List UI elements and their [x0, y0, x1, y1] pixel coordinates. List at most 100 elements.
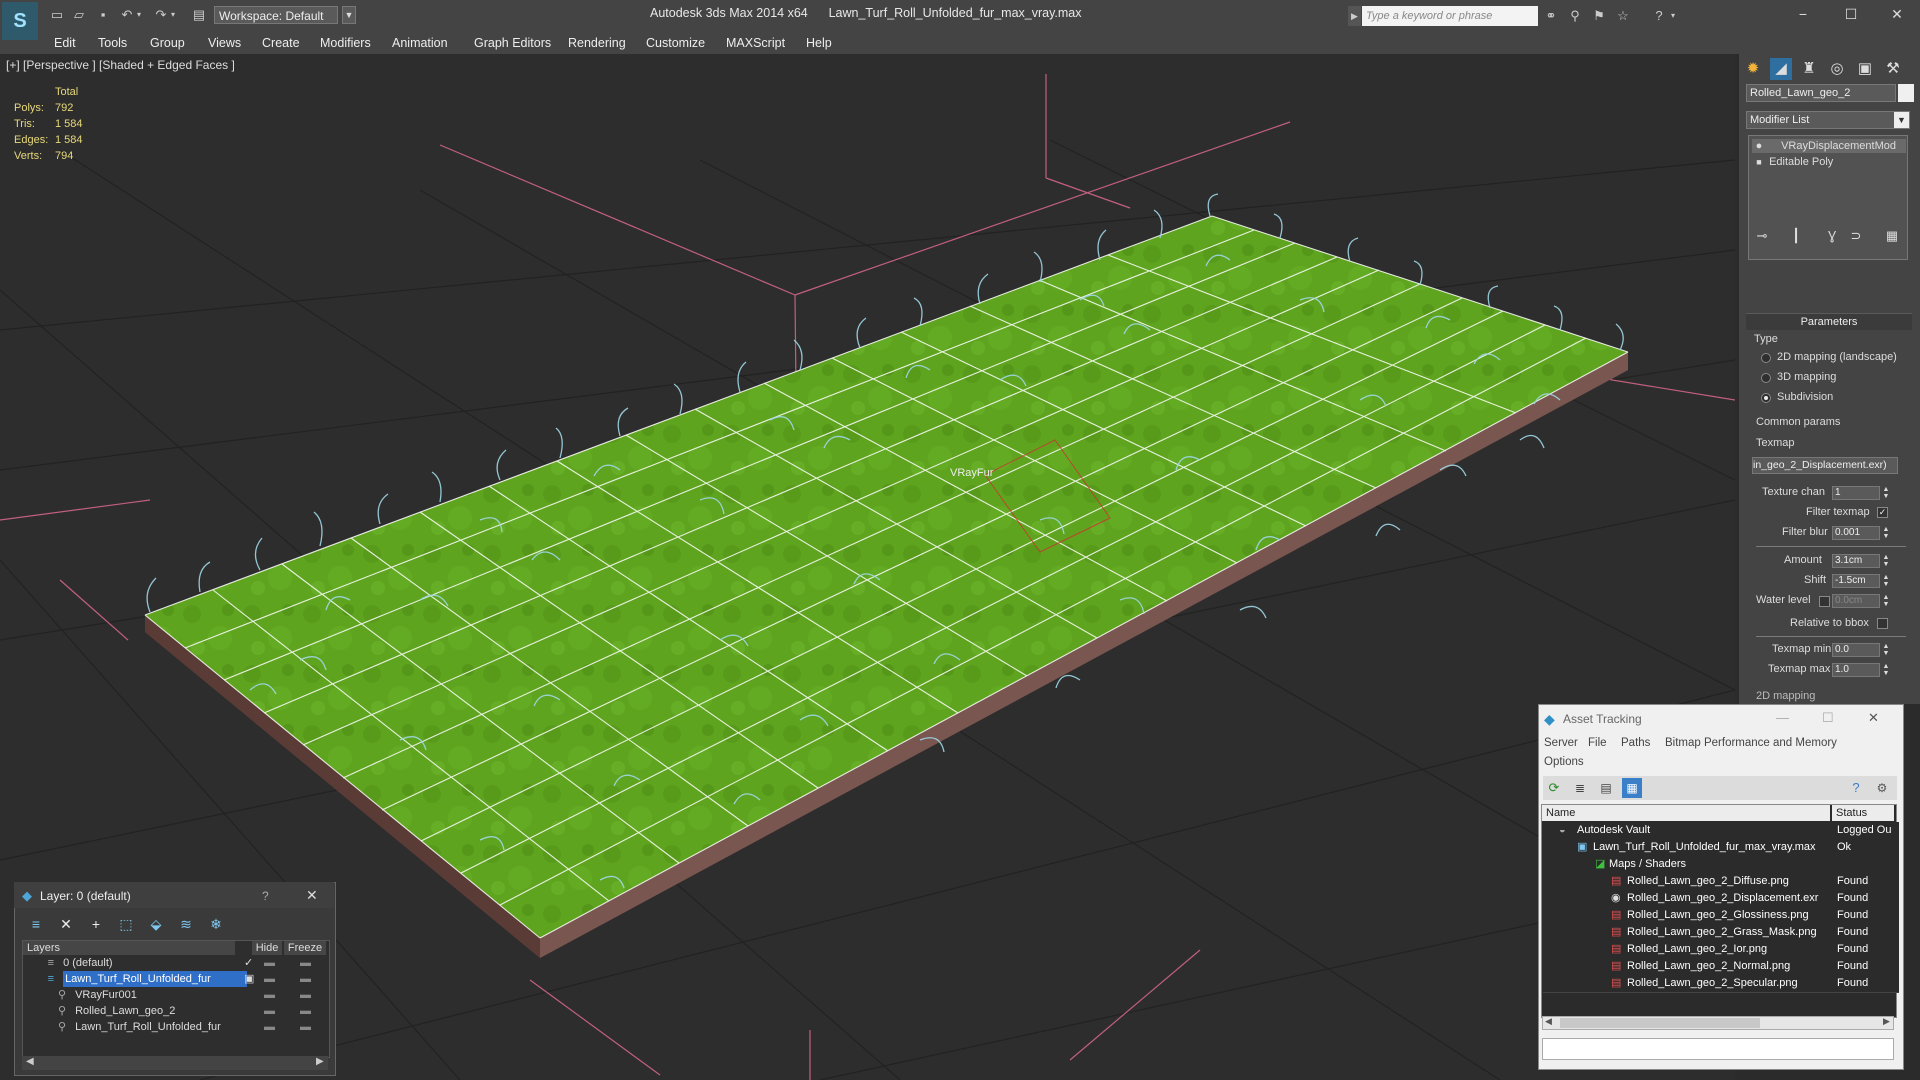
app-logo-icon[interactable]: S	[2, 2, 38, 40]
binoculars-icon[interactable]: ⚭	[1542, 8, 1560, 24]
asset-row[interactable]: ▤ Rolled_Lawn_geo_2_Specular.png Found	[1543, 975, 1899, 993]
parameters-rollout-header[interactable]: Parameters	[1746, 313, 1912, 330]
hide-toggle[interactable]: ▬	[264, 971, 275, 987]
select-objects-icon[interactable]: ⬚	[116, 914, 136, 934]
menu-modifiers[interactable]: Modifiers	[320, 32, 371, 54]
menu-graph-editors[interactable]: Graph Editors	[474, 32, 551, 54]
hide-all-layers-icon[interactable]: ≋	[176, 914, 196, 934]
hide-toggle[interactable]: ▬	[264, 1003, 275, 1019]
texmap-button[interactable]: in_geo_2_Displacement.exr)	[1752, 457, 1898, 474]
viewport-label-menu[interactable]: [+] [Perspective ] [Shaded + Edged Faces…	[6, 58, 235, 72]
shift-spinner[interactable]: -1.5cm	[1832, 574, 1880, 588]
show-end-result-icon[interactable]: ┃	[1788, 226, 1804, 246]
subscription-icon[interactable]: ⚲	[1566, 8, 1584, 24]
help-icon[interactable]: ?	[1848, 780, 1864, 796]
expand-plus-icon[interactable]: ■	[1752, 155, 1766, 169]
menu-options[interactable]: Options	[1544, 756, 1584, 768]
search-input[interactable]: Type a keyword or phrase	[1362, 6, 1538, 26]
current-layer-icon[interactable]: ▣	[244, 971, 254, 987]
modifier-list-dropdown[interactable]: Modifier List	[1746, 111, 1910, 129]
freeze-toggle[interactable]: ▬	[300, 987, 311, 1003]
menu-file[interactable]: File	[1588, 737, 1607, 749]
layer-row-selected[interactable]: ≡ Lawn_Turf_Roll_Unfolded_fur ▣ ▬ ▬	[24, 971, 326, 987]
asset-row[interactable]: ◉ Rolled_Lawn_geo_2_Displacement.exr Fou…	[1543, 890, 1899, 908]
freeze-toggle[interactable]: ▬	[300, 1019, 311, 1035]
freeze-toggle[interactable]: ▬	[300, 955, 311, 971]
menu-edit[interactable]: Edit	[54, 32, 76, 54]
asset-row[interactable]: ▤ Rolled_Lawn_geo_2_Ior.png Found	[1543, 941, 1899, 959]
make-unique-icon[interactable]: Ɣ	[1824, 226, 1840, 246]
layer-row[interactable]: ≡ 0 (default) ✓ ▬ ▬	[24, 955, 326, 971]
close-icon[interactable]: ✕	[1880, 4, 1914, 24]
column-hide[interactable]: Hide	[252, 941, 282, 955]
menu-create[interactable]: Create	[262, 32, 300, 54]
layer-object-row[interactable]: ⚲ VRayFur001 ▬ ▬	[24, 987, 326, 1003]
spinner-arrows-icon[interactable]: ▲ ▼	[1882, 663, 1890, 677]
redo-dropdown-icon[interactable]: ▾	[168, 6, 178, 24]
lightbulb-icon[interactable]: ●	[1752, 139, 1766, 153]
relative-bbox-checkbox[interactable]	[1877, 618, 1888, 629]
remove-modifier-icon[interactable]: ⊃	[1848, 226, 1864, 246]
radio-subdivision[interactable]	[1761, 393, 1771, 403]
delete-layer-icon[interactable]: ✕	[56, 914, 76, 934]
asset-path-field[interactable]	[1542, 1038, 1894, 1060]
filter-blur-spinner[interactable]: 0.001	[1832, 526, 1880, 540]
spinner-arrows-icon[interactable]: ▲ ▼	[1882, 554, 1890, 568]
asset-row[interactable]: ◪ Maps / Shaders	[1543, 856, 1899, 874]
stack-item-vraydisplacement[interactable]: ● VRayDisplacementMod	[1752, 139, 1906, 153]
modify-tab-icon[interactable]: ◢	[1770, 58, 1792, 80]
menu-animation[interactable]: Animation	[392, 32, 448, 54]
list-view-icon[interactable]: ≣	[1572, 780, 1588, 796]
texmap-min-spinner[interactable]: 0.0	[1832, 643, 1880, 657]
highlight-layer-icon[interactable]: ⬙	[146, 914, 166, 934]
undo-dropdown-icon[interactable]: ▾	[134, 6, 144, 24]
filter-texmap-checkbox[interactable]: ✓	[1877, 507, 1888, 518]
object-name-field[interactable]: Rolled_Lawn_geo_2	[1746, 84, 1896, 102]
asset-row[interactable]: ▣ Lawn_Turf_Roll_Unfolded_fur_max_vray.m…	[1543, 839, 1899, 857]
minimize-icon[interactable]: —	[1776, 710, 1789, 725]
create-tab-icon[interactable]: ✹	[1742, 58, 1764, 80]
asset-row[interactable]: ▤ Rolled_Lawn_geo_2_Diffuse.png Found	[1543, 873, 1899, 891]
menu-group[interactable]: Group	[150, 32, 185, 54]
object-color-swatch[interactable]	[1898, 84, 1914, 102]
asset-row[interactable]: ▤ Rolled_Lawn_geo_2_Normal.png Found	[1543, 958, 1899, 976]
menu-server[interactable]: Server	[1544, 737, 1578, 749]
hide-toggle[interactable]: ▬	[264, 955, 275, 971]
new-file-icon[interactable]: ▭	[48, 6, 66, 24]
spinner-arrows-icon[interactable]: ▲ ▼	[1882, 574, 1890, 588]
save-file-icon[interactable]: ▪	[94, 6, 112, 24]
communication-center-icon[interactable]: ⚑	[1590, 8, 1608, 24]
project-folder-icon[interactable]: ▤	[190, 6, 208, 24]
scroll-left-icon[interactable]: ◀	[26, 1056, 34, 1067]
menu-views[interactable]: Views	[208, 32, 241, 54]
menu-paths[interactable]: Paths	[1621, 737, 1650, 749]
spinner-arrows-icon[interactable]: ▲ ▼	[1882, 486, 1890, 500]
maximize-icon[interactable]: ☐	[1834, 4, 1868, 24]
water-level-checkbox[interactable]	[1819, 596, 1830, 607]
column-name[interactable]: Name	[1542, 805, 1830, 821]
pin-stack-icon[interactable]: ⊸	[1754, 226, 1770, 246]
column-layers[interactable]: Layers	[23, 941, 235, 955]
help-icon[interactable]: ?	[262, 889, 269, 903]
freeze-toggle[interactable]: ▬	[300, 1003, 311, 1019]
search-expand-icon[interactable]: ▶	[1348, 6, 1361, 26]
texture-chan-spinner[interactable]: 1	[1832, 486, 1880, 500]
stack-item-editable-poly[interactable]: ■ Editable Poly	[1752, 155, 1906, 169]
refresh-icon[interactable]: ⟳	[1546, 780, 1562, 796]
menu-help[interactable]: Help	[806, 32, 832, 54]
amount-spinner[interactable]: 3.1cm	[1832, 554, 1880, 568]
hierarchy-tab-icon[interactable]: ♜	[1798, 58, 1820, 80]
asset-row[interactable]: ◒ Autodesk Vault Logged Ou	[1543, 822, 1899, 840]
close-icon[interactable]: ✕	[1868, 710, 1879, 726]
menu-rendering[interactable]: Rendering	[568, 32, 626, 54]
chevron-down-icon[interactable]: ▼	[342, 6, 356, 24]
workspace-dropdown[interactable]: Workspace: Default	[214, 6, 338, 24]
utilities-tab-icon[interactable]: ⚒	[1882, 58, 1904, 80]
create-layer-icon[interactable]: ≡	[26, 914, 46, 934]
scroll-right-icon[interactable]: ▶	[316, 1056, 324, 1067]
radio-2d-mapping[interactable]	[1761, 353, 1771, 363]
spinner-arrows-icon[interactable]: ▲ ▼	[1882, 594, 1890, 608]
add-to-layer-icon[interactable]: +	[86, 914, 106, 934]
spinner-arrows-icon[interactable]: ▲ ▼	[1882, 526, 1890, 540]
column-status[interactable]: Status	[1832, 805, 1894, 821]
